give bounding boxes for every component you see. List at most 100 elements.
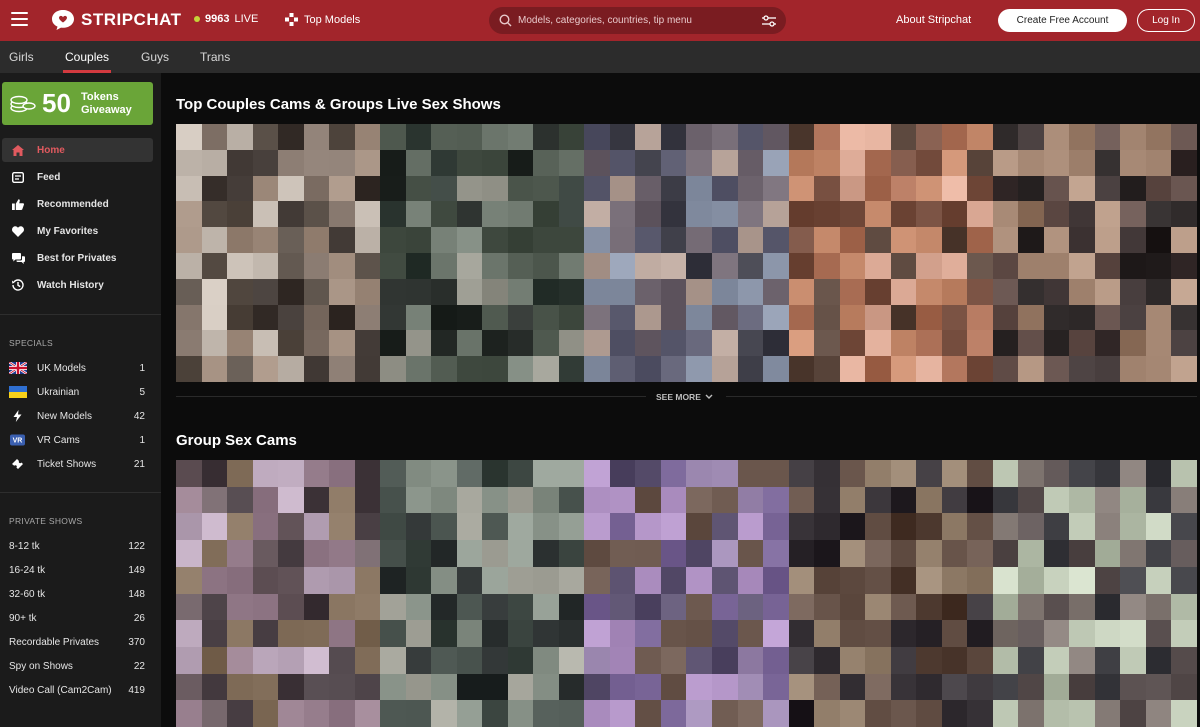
home-icon: [11, 144, 25, 156]
sidebar-item-label: Spy on Shows: [9, 660, 73, 672]
sidebar-item-private-8-12[interactable]: 8-12 tk 122: [9, 538, 145, 554]
sidebar-item-count: 5: [139, 386, 145, 398]
promo-line1: Tokens: [81, 91, 119, 103]
sidebar-item-private-32-60[interactable]: 32-60 tk 148: [9, 586, 145, 602]
sidebar-item-vr-cams[interactable]: VR VR Cams 1: [9, 432, 145, 448]
chat-bubbles-icon: [11, 252, 25, 264]
sidebar-item-label: Feed: [37, 171, 61, 183]
sidebar-item-label: 90+ tk: [9, 612, 37, 624]
top-navigation-bar: STRIPCHAT 9963 LIVE Top Models About Str…: [0, 0, 1200, 41]
sidebar-item-home[interactable]: Home: [2, 138, 153, 162]
top-models-link[interactable]: Top Models: [285, 13, 360, 26]
see-more-divider: [726, 396, 1197, 397]
create-account-button[interactable]: Create Free Account: [998, 9, 1127, 32]
sidebar-item-count: 42: [133, 410, 145, 422]
sidebar: 50 Tokens Giveaway Home Feed Recommended…: [0, 73, 161, 727]
sidebar-item-count: 149: [128, 564, 145, 576]
sidebar-item-uk-models[interactable]: UK Models 1: [9, 360, 145, 376]
category-tabs: Girls Couples Guys Trans: [0, 41, 1200, 73]
sidebar-item-label: VR Cams: [37, 434, 80, 446]
hamburger-menu-icon[interactable]: [11, 12, 28, 26]
sidebar-item-count: 1: [139, 434, 145, 446]
sidebar-item-count: 26: [133, 612, 145, 624]
live-dot-icon: [194, 16, 200, 22]
sidebar-item-private-16-24[interactable]: 16-24 tk 149: [9, 562, 145, 578]
sidebar-item-label: New Models: [37, 410, 93, 422]
about-link[interactable]: About Stripchat: [896, 14, 971, 26]
sidebar-item-favorites[interactable]: My Favorites: [2, 219, 153, 243]
heart-icon: [11, 225, 25, 237]
feed-icon: [11, 171, 25, 183]
private-shows-heading: PRIVATE SHOWS: [9, 516, 83, 526]
tab-couples[interactable]: Couples: [65, 50, 109, 64]
coins-icon: [10, 95, 36, 113]
sidebar-item-recordable-privates[interactable]: Recordable Privates 370: [9, 634, 145, 650]
see-more-divider: [176, 396, 646, 397]
promo-number: 50: [42, 88, 71, 118]
sidebar-item-best-privates[interactable]: Best for Privates: [2, 246, 153, 270]
tab-girls[interactable]: Girls: [9, 50, 34, 64]
sidebar-item-new-models[interactable]: New Models 42: [9, 408, 145, 424]
sidebar-item-label: Home: [37, 144, 65, 156]
search-input[interactable]: [518, 15, 762, 26]
see-more-button[interactable]: SEE MORE: [656, 392, 713, 402]
sidebar-item-watch-history[interactable]: Watch History: [2, 273, 153, 297]
grid-icon: [285, 13, 298, 26]
sidebar-item-ukrainian[interactable]: Ukrainian 5: [9, 384, 145, 400]
site-logo[interactable]: STRIPCHAT: [51, 9, 182, 31]
promo-text: Tokens Giveaway: [81, 91, 132, 117]
top-models-label: Top Models: [304, 13, 361, 26]
live-count: 9963: [205, 13, 230, 25]
specials-heading: SPECIALS: [9, 338, 53, 348]
sidebar-item-label: My Favorites: [37, 225, 99, 237]
search-bar: [489, 7, 786, 34]
sidebar-item-spy-on-shows[interactable]: Spy on Shows 22: [9, 658, 145, 674]
logo-text: STRIPCHAT: [81, 10, 182, 29]
section-title-group-sex: Group Sex Cams: [176, 432, 297, 449]
sidebar-item-count: 21: [133, 458, 145, 470]
sidebar-item-count: 1: [139, 362, 145, 374]
promo-line2: Giveaway: [81, 104, 132, 116]
sidebar-divider: [0, 314, 161, 315]
sidebar-divider: [0, 492, 161, 493]
sidebar-item-feed[interactable]: Feed: [2, 165, 153, 189]
sidebar-item-count: 419: [128, 684, 145, 696]
tab-trans[interactable]: Trans: [200, 50, 230, 64]
sidebar-item-label: Watch History: [37, 279, 104, 291]
vr-icon: VR: [10, 434, 25, 446]
search-icon: [499, 14, 512, 27]
tab-guys[interactable]: Guys: [141, 50, 169, 64]
see-more-label: SEE MORE: [656, 392, 701, 402]
thumbs-up-icon: [11, 198, 25, 210]
tokens-giveaway-banner[interactable]: 50 Tokens Giveaway: [2, 82, 153, 125]
sidebar-item-label: Ukrainian: [37, 386, 80, 398]
pixelated-model-thumbnails-row[interactable]: [176, 460, 1197, 727]
filter-sliders-icon[interactable]: [762, 14, 776, 27]
sidebar-item-ticket-shows[interactable]: Ticket Shows 21: [9, 456, 145, 472]
sidebar-item-label: UK Models: [37, 362, 86, 374]
sidebar-item-video-call[interactable]: Video Call (Cam2Cam) 419: [9, 682, 145, 698]
sidebar-item-private-90-plus[interactable]: 90+ tk 26: [9, 610, 145, 626]
sidebar-item-label: Video Call (Cam2Cam): [9, 684, 112, 696]
chevron-down-icon: [705, 394, 713, 399]
sidebar-item-label: Ticket Shows: [37, 458, 97, 470]
pixelated-model-thumbnails-row[interactable]: [176, 124, 1197, 382]
sidebar-item-count: 370: [128, 636, 145, 648]
lightning-icon: [13, 410, 22, 422]
live-counter: 9963 LIVE: [194, 13, 258, 25]
sidebar-item-count: 148: [128, 588, 145, 600]
sidebar-item-label: Recordable Privates: [9, 636, 100, 648]
live-label: LIVE: [234, 13, 259, 25]
logo-chat-bubble-icon: [52, 10, 74, 30]
login-button[interactable]: Log In: [1137, 9, 1195, 32]
sidebar-item-label: Recommended: [37, 198, 109, 210]
sidebar-item-count: 22: [133, 660, 145, 672]
sidebar-item-recommended[interactable]: Recommended: [2, 192, 153, 216]
main-content: Top Couples Cams & Groups Live Sex Shows…: [161, 73, 1200, 727]
ukraine-flag-icon: [9, 386, 27, 398]
sidebar-item-label: Best for Privates: [37, 252, 117, 264]
section-title-top-couples: Top Couples Cams & Groups Live Sex Shows: [176, 96, 501, 113]
sidebar-item-label: 8-12 tk: [9, 540, 40, 552]
ticket-icon: [12, 459, 23, 469]
svg-text:VR: VR: [13, 438, 23, 445]
